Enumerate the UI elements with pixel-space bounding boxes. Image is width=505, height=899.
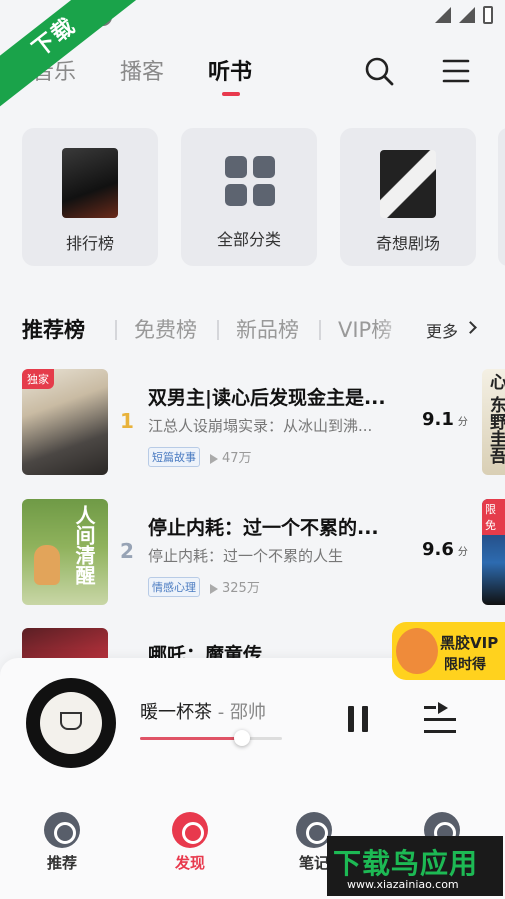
- card-next-partial[interactable]: [498, 128, 505, 266]
- card-theater[interactable]: 奇想剧场: [340, 128, 476, 266]
- exclusive-badge: 独家: [22, 369, 54, 389]
- play-count-icon: [210, 583, 218, 594]
- play-count: 47万: [210, 447, 252, 466]
- nav-recommend[interactable]: 推荐: [32, 812, 92, 873]
- book-title: 停止内耗：过一个不累的...: [148, 517, 379, 539]
- card-categories-label: 全部分类: [216, 230, 281, 249]
- playlist-icon[interactable]: [424, 702, 456, 734]
- watermark-logo: 下载鸟应用 www.xiazainiao.com: [327, 836, 503, 896]
- discover-icon: [172, 812, 208, 848]
- progress-bar[interactable]: [140, 730, 282, 746]
- album-art: [40, 692, 102, 754]
- card-ranking-label: 排行榜: [65, 234, 114, 253]
- nav-discover[interactable]: 发现: [160, 812, 220, 873]
- play-count: 325万: [210, 577, 260, 596]
- wifi-icon: [435, 7, 451, 23]
- book-score: 9.6 分: [422, 539, 468, 560]
- rank-number: 2: [120, 539, 134, 563]
- divider: [115, 320, 117, 340]
- rank-tab-vip[interactable]: VIP榜: [338, 314, 410, 344]
- battery-icon: [483, 6, 493, 24]
- card-all-categories[interactable]: 全部分类: [181, 128, 317, 266]
- card-theater-label: 奇想剧场: [375, 234, 440, 253]
- category-tag: 情感心理: [148, 577, 200, 597]
- chevron-right-icon: [464, 321, 477, 334]
- rank-tab-free[interactable]: 免费榜: [134, 314, 197, 344]
- ranking-tabs: 推荐榜 免费榜 新品榜 VIP榜 更多: [0, 310, 505, 350]
- edge-cover-text: 心 东野圭吾: [486, 373, 505, 464]
- vip-promo-subtitle: 限时得: [444, 657, 486, 673]
- active-tab-indicator: [222, 92, 240, 96]
- book-cover: 独家: [22, 369, 108, 475]
- vip-mascot-icon: [396, 628, 438, 674]
- book-row[interactable]: 人间清醒 2 停止内耗：过一个不累的... 停止内耗：过一个不累的人生 情感心理…: [0, 499, 480, 609]
- next-column-cover[interactable]: 心 东野圭吾: [482, 369, 505, 475]
- vip-promo-title: 黑胶VIP: [440, 634, 499, 652]
- divider: [217, 320, 219, 340]
- book-cover: 人间清醒: [22, 499, 108, 605]
- search-icon[interactable]: [364, 56, 394, 86]
- pause-icon[interactable]: [348, 706, 370, 732]
- watermark-title: 下载鸟应用: [333, 847, 479, 880]
- divider: [319, 320, 321, 340]
- book-description: 停止内耗：过一个不累的人生: [148, 547, 344, 565]
- rank-tab-recommend[interactable]: 推荐榜: [22, 314, 85, 344]
- progress-knob[interactable]: [234, 730, 251, 746]
- progress-fill: [140, 737, 243, 740]
- menu-icon[interactable]: [442, 58, 470, 84]
- rank-tab-new[interactable]: 新品榜: [236, 314, 299, 344]
- nav-discover-label: 发现: [174, 854, 205, 872]
- tab-podcast[interactable]: 播客: [120, 54, 164, 86]
- quick-entry-cards: 排行榜 全部分类 奇想剧场: [0, 128, 505, 266]
- tab-audiobook[interactable]: 听书: [208, 54, 252, 86]
- category-tag: 短篇故事: [148, 447, 200, 467]
- now-playing-artist: - 邵帅: [212, 702, 266, 723]
- more-link[interactable]: 更多: [426, 318, 458, 342]
- watermark-url: www.xiazainiao.com: [347, 878, 459, 891]
- top-tabs: 音乐 播客 听书: [0, 48, 505, 98]
- tea-cup-icon: [60, 712, 82, 730]
- now-playing-title: 暖一杯茶 - 邵帅: [140, 702, 266, 723]
- book-title: 双男主|读心后发现金主是...: [148, 387, 386, 409]
- ranking-cover-thumb: [62, 148, 118, 218]
- theater-cover-thumb: [380, 150, 436, 218]
- rank-number: 1: [120, 409, 134, 433]
- grid-icon: [225, 156, 275, 206]
- book-description: 江总人设崩塌实录：从冰山到沸...: [148, 417, 373, 435]
- play-count-icon: [210, 453, 218, 464]
- netease-logo-icon: [44, 812, 80, 848]
- nav-recommend-label: 推荐: [46, 854, 77, 872]
- book-row[interactable]: 独家 1 双男主|读心后发现金主是... 江总人设崩塌实录：从冰山到沸... 短…: [0, 369, 480, 479]
- app-screen: 下载 音乐 播客 听书 排行榜 全部分类 奇想剧场 推荐榜 免费榜 新品榜 VI…: [0, 0, 505, 899]
- signal-icon: [459, 7, 475, 23]
- next-column-cover[interactable]: 限免: [482, 499, 505, 605]
- card-ranking[interactable]: 排行榜: [22, 128, 158, 266]
- vip-promo-badge[interactable]: 黑胶VIP 限时得: [392, 622, 505, 680]
- album-disc[interactable]: [26, 678, 116, 768]
- free-badge: 限免: [482, 499, 505, 535]
- book-score: 9.1 分: [422, 409, 468, 430]
